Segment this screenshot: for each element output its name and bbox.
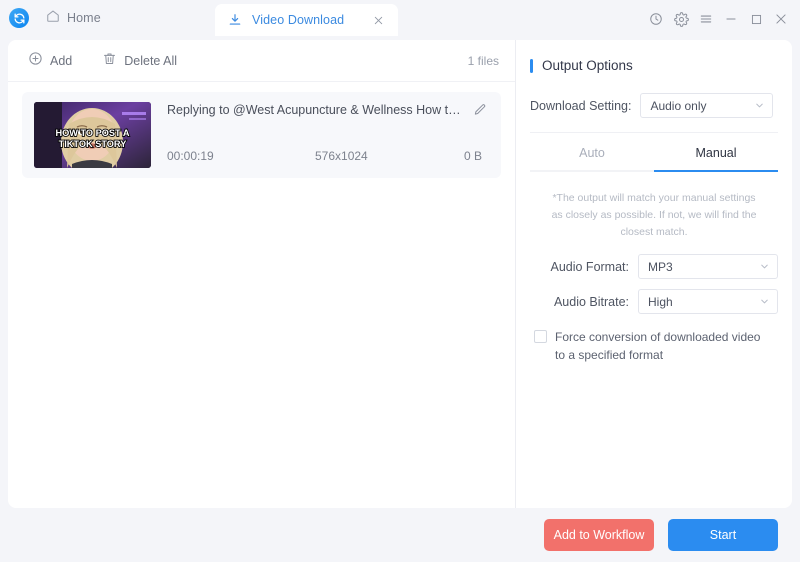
close-icon[interactable]: [370, 12, 386, 28]
svg-text:HOW TO POST A: HOW TO POST A: [55, 128, 129, 138]
history-icon[interactable]: [645, 8, 667, 30]
delete-all-label: Delete All: [124, 54, 177, 68]
audio-format-value: MP3: [648, 260, 759, 274]
file-list-pane: Add Delete All 1 files: [8, 40, 516, 508]
file-meta: 00:00:19 576x1024 0 B: [167, 149, 487, 163]
file-list: HOW TO POST A TIKTOK STORY Replying to @…: [8, 82, 515, 508]
add-label: Add: [50, 54, 72, 68]
home-label: Home: [67, 11, 101, 25]
window-controls: [645, 8, 792, 30]
manual-note: *The output will match your manual setti…: [530, 172, 778, 254]
audio-bitrate-value: High: [648, 295, 759, 309]
menu-icon[interactable]: [695, 8, 717, 30]
footer-actions: Add to Workflow Start: [0, 508, 800, 562]
output-options-header: Output Options: [530, 58, 778, 73]
pencil-icon[interactable]: [473, 103, 487, 117]
svg-text:TIKTOK STORY: TIKTOK STORY: [59, 139, 127, 149]
start-button[interactable]: Start: [668, 519, 778, 551]
download-setting-value: Audio only: [650, 99, 754, 113]
add-to-workflow-button[interactable]: Add to Workflow: [544, 519, 654, 551]
force-conversion-checkbox[interactable]: [534, 330, 547, 343]
file-item-body: Replying to @West Acupuncture & Wellness…: [167, 102, 487, 168]
chevron-down-icon: [754, 100, 765, 111]
file-toolbar: Add Delete All 1 files: [8, 40, 515, 82]
mode-tabs: Auto Manual: [530, 132, 778, 172]
file-title: Replying to @West Acupuncture & Wellness…: [167, 103, 467, 117]
tab-label: Video Download: [252, 13, 370, 27]
home-icon: [46, 9, 60, 28]
close-window-icon[interactable]: [770, 8, 792, 30]
list-item[interactable]: HOW TO POST A TIKTOK STORY Replying to @…: [22, 92, 501, 178]
audio-format-row: Audio Format: MP3: [530, 254, 778, 279]
tab-auto[interactable]: Auto: [530, 133, 654, 172]
download-icon: [227, 12, 243, 28]
audio-bitrate-row: Audio Bitrate: High: [530, 289, 778, 314]
main-panel: Add Delete All 1 files: [8, 40, 792, 508]
audio-format-label: Audio Format:: [530, 260, 629, 274]
download-setting-select[interactable]: Audio only: [640, 93, 773, 118]
force-conversion-row[interactable]: Force conversion of downloaded video to …: [530, 328, 778, 364]
tab-video-download[interactable]: Video Download: [215, 4, 398, 36]
file-title-row: Replying to @West Acupuncture & Wellness…: [167, 103, 487, 117]
file-resolution: 576x1024: [315, 149, 461, 163]
download-setting-label: Download Setting:: [530, 99, 631, 113]
plus-circle-icon: [28, 51, 43, 71]
tab-manual[interactable]: Manual: [654, 133, 778, 172]
settings-icon[interactable]: [670, 8, 692, 30]
file-duration: 00:00:19: [167, 149, 315, 163]
file-size: 0 B: [461, 149, 487, 163]
chevron-down-icon: [759, 261, 770, 272]
files-count: 1 files: [468, 54, 499, 68]
video-thumbnail[interactable]: HOW TO POST A TIKTOK STORY: [34, 102, 151, 168]
title-bar: Home Video Download: [0, 0, 800, 36]
audio-bitrate-select[interactable]: High: [638, 289, 778, 314]
home-button[interactable]: Home: [40, 7, 107, 29]
accent-bar: [530, 59, 533, 73]
output-options-pane: Output Options Download Setting: Audio o…: [516, 40, 792, 508]
delete-all-button[interactable]: Delete All: [98, 48, 181, 74]
minimize-icon[interactable]: [720, 8, 742, 30]
audio-format-select[interactable]: MP3: [638, 254, 778, 279]
download-setting-row: Download Setting: Audio only: [530, 93, 778, 118]
chevron-down-icon: [759, 296, 770, 307]
add-button[interactable]: Add: [24, 48, 76, 74]
app-logo-refresh-icon: [9, 8, 29, 28]
force-conversion-label: Force conversion of downloaded video to …: [555, 328, 769, 364]
maximize-icon[interactable]: [745, 8, 767, 30]
audio-bitrate-label: Audio Bitrate:: [530, 295, 629, 309]
trash-icon: [102, 51, 117, 71]
page-title: Output Options: [542, 58, 633, 73]
